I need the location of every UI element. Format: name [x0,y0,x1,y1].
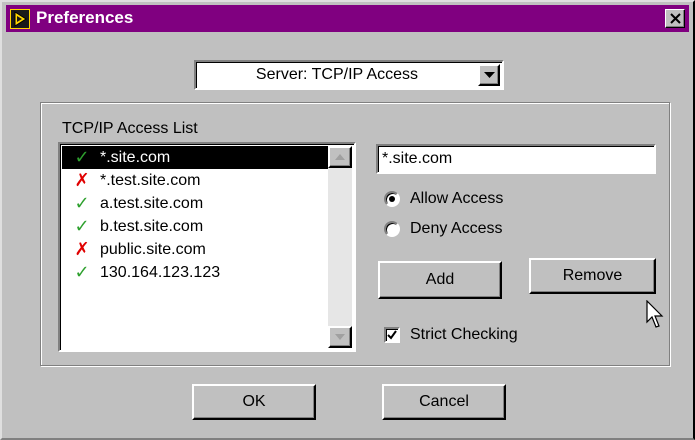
close-button[interactable] [665,9,685,28]
cancel-button[interactable]: Cancel [382,384,506,420]
vertical-scrollbar[interactable] [328,146,352,348]
checkbox-box [384,327,400,343]
radio-selected-dot [389,196,395,202]
checkmark-icon: ✓ [74,216,90,236]
mouse-pointer-icon [646,300,664,328]
strict-checking-label: Strict Checking [410,326,518,343]
list-item[interactable]: ✓ b.test.site.com [62,215,330,238]
list-item-host: a.test.site.com [100,195,204,212]
close-icon [670,13,681,24]
list-item[interactable]: ✓ a.test.site.com [62,192,330,215]
access-list-items: ✓ *.site.com ✗ *.test.site.com ✓ a.test.site.… [62,146,330,284]
x-mark-icon: ✗ [74,239,90,259]
category-select[interactable]: Server: TCP/IP Access [194,60,504,90]
add-button[interactable]: Add [378,261,502,299]
scroll-up-button[interactable] [328,146,352,168]
list-item[interactable]: ✓ *.site.com [62,146,330,169]
list-item[interactable]: ✓ 130.164.123.123 [62,261,330,284]
list-item-host: public.site.com [100,241,206,258]
checkmark-icon: ✓ [74,193,90,213]
access-list-label: TCP/IP Access List [62,120,198,137]
radio-button [384,191,400,207]
access-listbox[interactable]: ✓ *.site.com ✗ *.test.site.com ✓ a.test.site.… [58,142,356,352]
radio-button [384,221,400,237]
arrow-down-icon [335,334,345,340]
ok-button[interactable]: OK [192,384,316,420]
title-bar[interactable]: Preferences [6,5,689,32]
list-item-host: b.test.site.com [100,218,204,235]
remove-button[interactable]: Remove [529,258,656,294]
allow-access-radio[interactable]: Allow Access [384,188,503,210]
arrow-up-icon [335,154,345,160]
checkmark-icon: ✓ [74,262,90,282]
list-item-host: *.site.com [100,149,171,166]
list-item-host: 130.164.123.123 [100,264,221,281]
window-title: Preferences [36,8,134,27]
chevron-down-icon [484,72,495,78]
host-input[interactable] [380,148,652,170]
checkmark-icon: ✓ [74,147,90,167]
strict-checking-checkbox[interactable]: Strict Checking [384,324,518,346]
category-select-value: Server: TCP/IP Access [255,66,419,83]
host-field[interactable] [376,144,656,174]
app-icon [10,9,30,29]
allow-access-label: Allow Access [410,190,504,207]
deny-access-radio[interactable]: Deny Access [384,218,502,240]
deny-access-label: Deny Access [410,220,503,237]
scroll-down-button[interactable] [328,326,352,348]
list-item[interactable]: ✗ *.test.site.com [62,169,330,192]
list-item[interactable]: ✗ public.site.com [62,238,330,261]
preferences-window: Preferences Server: TCP/IP Access TCP/IP… [0,0,695,440]
dropdown-button[interactable] [478,64,500,86]
list-item-host: *.test.site.com [100,172,201,189]
x-mark-icon: ✗ [74,170,90,190]
checkmark-icon [387,330,397,340]
